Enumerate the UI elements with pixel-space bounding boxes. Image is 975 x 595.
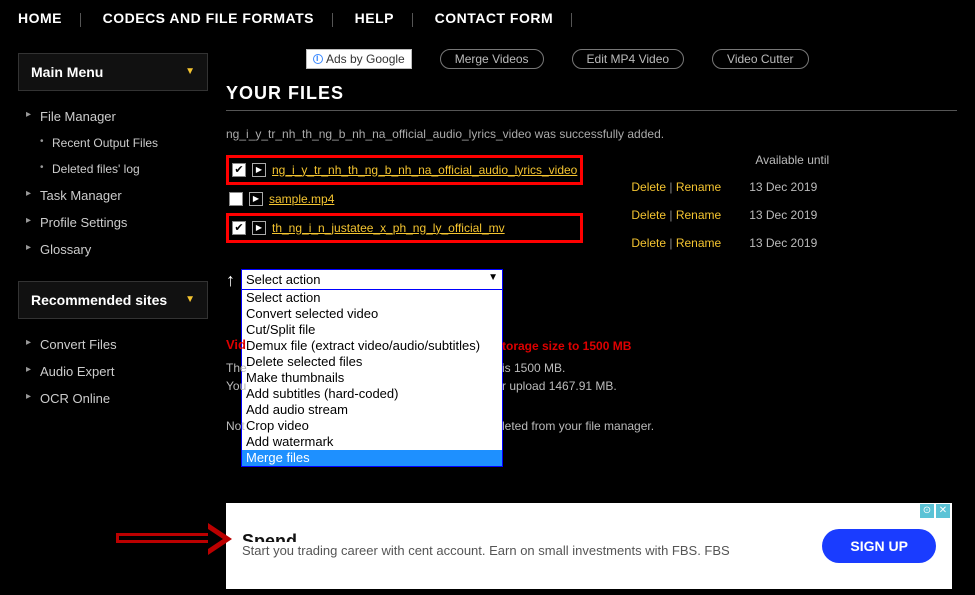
file-checkbox[interactable]: ✔ — [232, 221, 246, 235]
ad-banner: Spend ____. ____ ____ Start you trading … — [226, 503, 952, 589]
sidebar-item-task-manager[interactable]: Task Manager — [22, 182, 204, 209]
file-name-link[interactable]: sample.mp4 — [269, 192, 334, 206]
nav-contact[interactable]: CONTACT FORM — [435, 10, 554, 26]
page-title: YOUR FILES — [226, 83, 957, 111]
nav-home[interactable]: HOME — [18, 10, 62, 26]
sidebar-main-menu: File Manager Recent Output Files Deleted… — [18, 91, 208, 273]
info-icon — [313, 54, 323, 64]
play-icon[interactable]: ▶ — [252, 221, 266, 235]
ad-body: Start you trading career with cent accou… — [242, 543, 730, 558]
adchoices-icon[interactable]: ⊙ — [920, 504, 934, 518]
table-row: ✔ ▶ ng_i_y_tr_nh_th_ng_b_nh_na_official_au… — [226, 155, 583, 185]
play-icon[interactable]: ▶ — [252, 163, 266, 177]
sidebar-heading-label: Recommended sites — [31, 292, 167, 308]
chevron-down-icon: ▼ — [488, 272, 498, 287]
select-option[interactable]: Convert selected video — [242, 306, 502, 322]
ads-row: Ads by Google Merge Videos Edit MP4 Vide… — [226, 45, 957, 83]
sidebar-item-convert-files[interactable]: Convert Files — [22, 331, 204, 358]
chevron-down-icon: ▼ — [185, 66, 195, 77]
ad-link-merge-videos[interactable]: Merge Videos — [440, 49, 544, 69]
sidebar-item-file-manager[interactable]: File Manager — [22, 103, 204, 130]
table-row: ✔ ▶ th_ng_i_n_justatee_x_ph_ng_ly_official… — [226, 213, 583, 243]
promo-line2-left: You — [226, 377, 246, 395]
top-nav: HOME CODECS AND FILE FORMATS HELP CONTAC… — [0, 0, 975, 37]
select-option[interactable]: Cut/Split file — [242, 322, 502, 338]
action-select-dropdown[interactable]: Select actionConvert selected videoCut/S… — [241, 290, 503, 467]
ad-link-edit-mp4[interactable]: Edit MP4 Video — [572, 49, 685, 69]
select-option[interactable]: Delete selected files — [242, 354, 502, 370]
rename-link[interactable]: Rename — [676, 180, 721, 194]
file-action-column: Available until Delete | Rename13 Dec 20… — [631, 153, 829, 257]
available-until-header: Available until — [631, 153, 829, 173]
chevron-down-icon: ▼ — [185, 294, 195, 305]
available-until-date: 13 Dec 2019 — [749, 208, 829, 222]
sidebar-item-audio-expert[interactable]: Audio Expert — [22, 358, 204, 385]
status-message: ng_i_y_tr_nh_th_ng_b_nh_na_official_audi… — [226, 119, 957, 153]
rename-link[interactable]: Rename — [676, 236, 721, 250]
ads-by-google-badge[interactable]: Ads by Google — [306, 49, 412, 69]
action-select[interactable]: Select action ▼ — [241, 269, 503, 290]
play-icon[interactable]: ▶ — [249, 192, 263, 206]
delete-link[interactable]: Delete — [631, 236, 666, 250]
promo-title-left: Vid — [226, 321, 246, 352]
file-checkbox[interactable] — [229, 192, 243, 206]
sidebar-heading-recommended[interactable]: Recommended sites ▼ — [18, 281, 208, 319]
sidebar-item-glossary[interactable]: Glossary — [22, 236, 204, 263]
up-arrow-icon: ↑ — [226, 269, 235, 287]
sidebar-item-deleted-log[interactable]: Deleted files' log — [22, 156, 204, 182]
sidebar-heading-main-menu[interactable]: Main Menu ▼ — [18, 53, 208, 91]
table-row-actions: Delete | Rename13 Dec 2019 — [631, 201, 829, 229]
promo-note-left: Not — [226, 417, 245, 435]
select-option[interactable]: Demux file (extract video/audio/subtitle… — [242, 338, 502, 354]
available-until-date: 13 Dec 2019 — [749, 180, 829, 194]
select-option[interactable]: Merge files — [242, 450, 502, 466]
available-until-date: 13 Dec 2019 — [749, 236, 829, 250]
delete-link[interactable]: Delete — [631, 180, 666, 194]
file-list: ✔ ▶ ng_i_y_tr_nh_th_ng_b_nh_na_official_au… — [226, 153, 591, 257]
select-option[interactable]: Crop video — [242, 418, 502, 434]
ad-link-video-cutter[interactable]: Video Cutter — [712, 49, 809, 69]
file-name-link[interactable]: th_ng_i_n_justatee_x_ph_ng_ly_official_m… — [272, 221, 505, 235]
promo-line1-right: is 1500 MB. — [502, 359, 565, 377]
file-checkbox[interactable]: ✔ — [232, 163, 246, 177]
sidebar-recommended-menu: Convert Files Audio Expert OCR Online — [18, 319, 208, 422]
file-name-link[interactable]: ng_i_y_tr_nh_th_ng_b_nh_na_official_audi… — [272, 163, 577, 177]
rename-link[interactable]: Rename — [676, 208, 721, 222]
sidebar-item-ocr-online[interactable]: OCR Online — [22, 385, 204, 412]
promo-title-right: torage size to 1500 MB — [502, 337, 631, 355]
sidebar-item-profile-settings[interactable]: Profile Settings — [22, 209, 204, 236]
nav-help[interactable]: HELP — [355, 10, 394, 26]
sidebar-heading-label: Main Menu — [31, 64, 103, 80]
table-row-actions: Delete | Rename13 Dec 2019 — [631, 173, 829, 201]
promo-line1-left: The — [226, 359, 247, 377]
delete-link[interactable]: Delete — [631, 208, 666, 222]
sidebar: Main Menu ▼ File Manager Recent Output F… — [18, 45, 208, 467]
select-option[interactable]: Make thumbnails — [242, 370, 502, 386]
select-option[interactable]: Add watermark — [242, 434, 502, 450]
nav-codecs[interactable]: CODECS AND FILE FORMATS — [103, 10, 314, 26]
promo-note-right: leted from your file manager. — [502, 417, 654, 435]
select-option[interactable]: Add audio stream — [242, 402, 502, 418]
select-option[interactable]: Add subtitles (hard-coded) — [242, 386, 502, 402]
ad-signup-button[interactable]: SIGN UP — [822, 529, 936, 563]
content: Ads by Google Merge Videos Edit MP4 Vide… — [226, 45, 957, 467]
sidebar-item-recent-output[interactable]: Recent Output Files — [22, 130, 204, 156]
table-row: ▶ sample.mp4 — [226, 187, 583, 211]
close-ad-icon[interactable]: ✕ — [936, 504, 950, 518]
promo-line2-right: r upload 1467.91 MB. — [502, 377, 617, 395]
select-option[interactable]: Select action — [242, 290, 502, 306]
table-row-actions: Delete | Rename13 Dec 2019 — [631, 229, 829, 257]
select-value: Select action — [246, 272, 320, 287]
ad-headline: Spend ____. ____ ____ — [242, 532, 792, 542]
